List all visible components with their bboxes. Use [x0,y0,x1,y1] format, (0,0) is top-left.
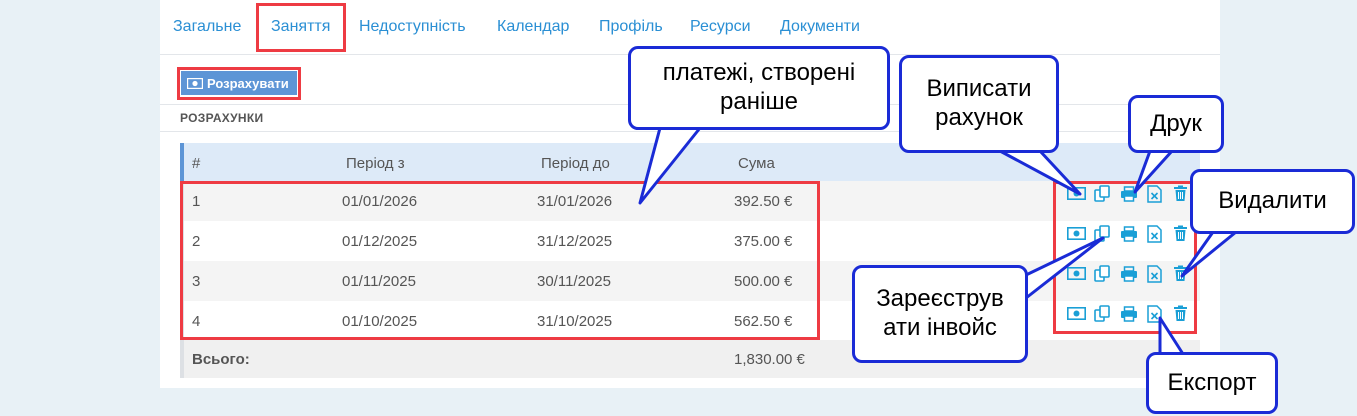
tab-profile[interactable]: Профіль [599,18,663,36]
total-label: Всього: [192,351,250,368]
callout-delete: Видалити [1190,169,1355,234]
actions-highlight [1053,181,1197,334]
tab-resources[interactable]: Ресурси [690,18,751,36]
column-header-from: Період з [346,155,405,172]
column-header-number: # [192,155,201,172]
tab-general[interactable]: Загальне [173,18,241,36]
table-total-row: Всього: 1,830.00 € [180,340,1200,378]
tab-unavailability[interactable]: Недоступність [359,18,466,36]
column-header-sum: Сума [738,155,775,172]
callout-invoice: Виписати рахунок [899,55,1059,153]
callout-print: Друк [1128,95,1224,153]
callout-export: Експорт [1146,352,1278,414]
rows-highlight [180,181,820,340]
tab-documents[interactable]: Документи [780,18,860,36]
total-value: 1,830.00 € [734,351,805,368]
section-title: РОЗРАХУНКИ [180,111,264,125]
callout-register-invoice: Зареєструв ати інвойс [852,265,1028,363]
column-header-to: Період до [541,155,610,172]
divider [160,131,1220,132]
tab-calendar[interactable]: Календар [497,18,569,36]
callout-payments: платежі, створені раніше [628,46,890,130]
calculate-highlight [177,67,301,100]
active-tab-highlight [256,3,346,52]
